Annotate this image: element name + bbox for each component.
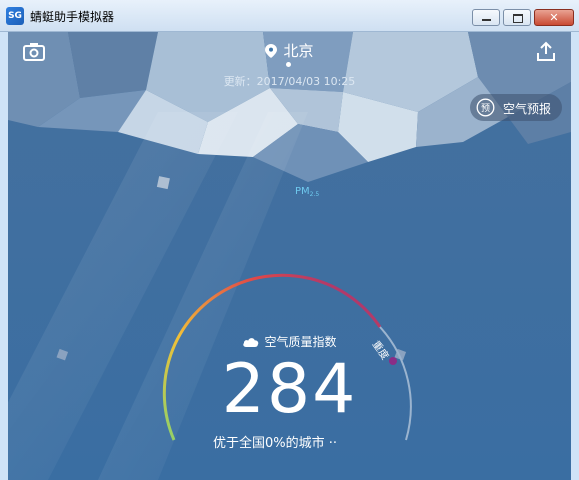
close-icon: ✕ — [549, 11, 559, 24]
pollutant-label[interactable]: PM2.5 — [295, 186, 319, 198]
app-logo-icon: SG — [6, 7, 24, 25]
pollutant-subscript: 2.5 — [309, 191, 320, 198]
aqi-title: 空气质量指数 — [8, 333, 571, 350]
location-pin-icon — [265, 43, 278, 58]
emulator-window: SG 蜻蜓助手模拟器 ✕ 北京 更新：2017/04/03 10:25 预 空气… — [0, 0, 579, 480]
forecast-icon-text: 预 — [481, 103, 490, 114]
minimize-icon — [482, 19, 491, 21]
aqi-title-text: 空气质量指数 — [264, 335, 337, 349]
title-bar[interactable]: SG 蜻蜓助手模拟器 ✕ — [0, 0, 579, 32]
cloud-icon — [243, 337, 259, 347]
air-quality-screen: 北京 更新：2017/04/03 10:25 预 空气预报 PM2.5 空气质量… — [8, 32, 571, 480]
page-indicator-dot — [286, 62, 291, 67]
minimize-button[interactable] — [472, 9, 500, 26]
close-button[interactable]: ✕ — [534, 9, 574, 26]
location-header[interactable]: 北京 — [8, 40, 571, 61]
city-name: 北京 — [283, 42, 314, 60]
maximize-icon — [513, 14, 523, 23]
share-icon[interactable] — [534, 40, 558, 64]
forecast-label: 空气预报 — [503, 102, 552, 116]
update-time: 更新：2017/04/03 10:25 — [223, 75, 356, 88]
air-forecast-button[interactable]: 预 空气预报 — [470, 94, 562, 121]
pollutant-name: PM — [295, 186, 310, 197]
maximize-button[interactable] — [503, 9, 531, 26]
window-title: 蜻蜓助手模拟器 — [30, 10, 115, 24]
city-rank-text[interactable]: 优于全国0%的城市 ·· — [213, 432, 337, 451]
aqi-value: 284 — [221, 350, 358, 429]
forecast-icon: 预 — [476, 98, 495, 117]
